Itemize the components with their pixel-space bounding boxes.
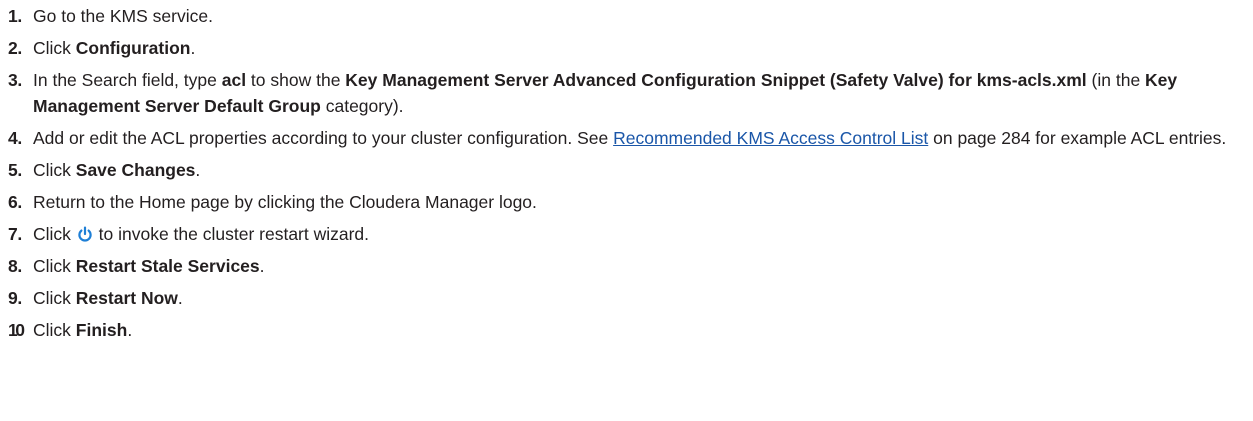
step-text: Add or edit the ACL properties according… <box>33 125 1248 151</box>
step-text-segment: category). <box>320 96 404 116</box>
step-text-segment: Return to the Home page by clicking the … <box>33 192 537 212</box>
step-number: 8. <box>8 256 22 276</box>
step-text-segment: Add or edit the ACL properties according… <box>33 128 614 148</box>
step-text: Click Restart Stale Services. <box>33 253 1248 279</box>
ui-term: Key Management Server Advanced Configura… <box>345 70 1087 90</box>
step-text-segment: . <box>177 288 183 308</box>
step-text: Click Save Changes. <box>33 157 1248 183</box>
step-number: 4. <box>8 128 22 148</box>
step-item: 2. Click Configuration. <box>8 35 1248 61</box>
step-item: 5. Click Save Changes. <box>8 157 1248 183</box>
ui-term: Finish <box>75 320 128 340</box>
step-item: 9. Click Restart Now. <box>8 285 1248 311</box>
step-text: Go to the KMS service. <box>33 3 1248 29</box>
step-text: Click Finish. <box>33 317 1248 343</box>
step-text-segment: Click <box>33 38 76 58</box>
step-item: 7. Click to invoke the cluster restart wi… <box>8 221 1248 247</box>
ui-term: Restart Stale Services <box>75 256 260 276</box>
ui-term: Save Changes <box>75 160 196 180</box>
step-text-segment: In the Search field, type <box>33 70 222 90</box>
step-text-segment: to invoke the cluster restart wizard. <box>93 224 370 244</box>
step-item: 3. In the Search field, type acl to show … <box>8 67 1248 119</box>
step-number: 7. <box>8 224 22 244</box>
instruction-steps: 1. Go to the KMS service. 2. Click Configur… <box>8 3 1248 349</box>
step-item: 8. Click Restart Stale Services. <box>8 253 1248 279</box>
step-text-segment: to show the <box>246 70 346 90</box>
recommended-acl-link[interactable]: Recommended KMS Access Control List <box>613 128 928 148</box>
step-text: In the Search field, type acl to show th… <box>33 67 1248 119</box>
step-text: Click to invoke the cluster restart wiza… <box>33 221 1248 247</box>
step-text-segment: . <box>259 256 265 276</box>
step-text: Click Configuration. <box>33 35 1248 61</box>
step-number: 10 <box>8 320 25 340</box>
step-number: 5. <box>8 160 22 180</box>
step-text-segment: (in the <box>1086 70 1146 90</box>
step-text-segment: . <box>190 38 196 58</box>
step-text-segment: Click <box>33 256 76 276</box>
step-text-segment: Click <box>33 288 76 308</box>
step-item: 10 Click Finish. <box>8 317 1248 343</box>
step-number: 2. <box>8 38 22 58</box>
step-item: 4. Add or edit the ACL properties accordi… <box>8 125 1248 151</box>
ui-term: acl <box>221 70 247 90</box>
step-item: 1. Go to the KMS service. <box>8 3 1248 29</box>
step-number: 6. <box>8 192 22 212</box>
step-text-segment: Click <box>33 160 76 180</box>
ui-term: Configuration <box>75 38 191 58</box>
step-text-segment: Click <box>33 224 76 244</box>
step-number: 1. <box>8 6 22 26</box>
step-text-segment: . <box>195 160 201 180</box>
step-text-segment: on page 284 for example ACL entries. <box>928 128 1227 148</box>
step-number: 3. <box>8 70 22 90</box>
ui-term: Restart Now <box>75 288 178 308</box>
step-text: Click Restart Now. <box>33 285 1248 311</box>
step-number: 9. <box>8 288 22 308</box>
step-item: 6. Return to the Home page by clicking th… <box>8 189 1248 215</box>
step-text-segment: Go to the KMS service. <box>33 6 213 26</box>
step-text: Return to the Home page by clicking the … <box>33 189 1248 215</box>
power-icon <box>77 223 93 242</box>
step-text-segment: . <box>127 320 133 340</box>
step-text-segment: Click <box>33 320 76 340</box>
